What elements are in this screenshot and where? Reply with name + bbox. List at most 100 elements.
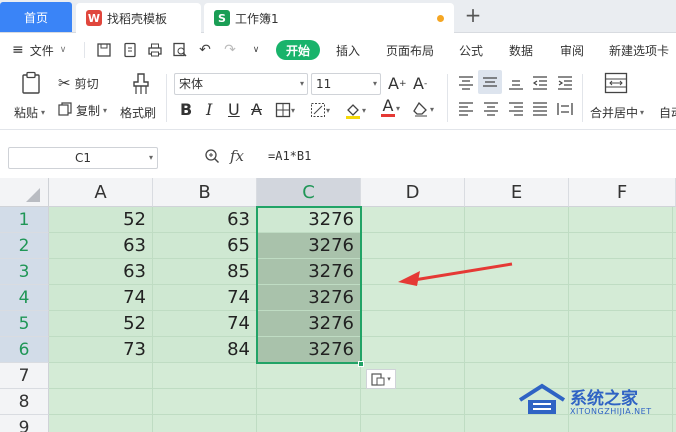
- fill-color-icon[interactable]: ▾: [344, 101, 366, 119]
- column-header-a[interactable]: A: [49, 178, 153, 207]
- align-left-icon[interactable]: [458, 102, 474, 116]
- underline-icon[interactable]: U: [228, 100, 240, 119]
- row-header-6[interactable]: 6: [0, 337, 49, 363]
- row-header-1[interactable]: 1: [0, 207, 49, 233]
- chevron-down-icon: ▾: [640, 108, 645, 117]
- borders-icon[interactable]: ▾: [275, 102, 295, 118]
- chevron-down-icon[interactable]: ▾: [396, 104, 400, 113]
- cell-a4[interactable]: 74: [49, 285, 153, 311]
- fx-icon[interactable]: fx: [230, 147, 244, 165]
- cut-button[interactable]: ✂ 剪切: [58, 74, 99, 92]
- font-size-value: 11: [316, 77, 332, 91]
- cut-label: 剪切: [74, 76, 99, 91]
- file-menu-label: 文件: [29, 43, 54, 58]
- menu-formula[interactable]: 公式: [459, 34, 483, 66]
- italic-icon[interactable]: I: [206, 100, 212, 119]
- cell-a2[interactable]: 63: [49, 233, 153, 259]
- tab-templates-label: 找稻壳模板: [107, 11, 168, 26]
- merge-center-icon[interactable]: [604, 72, 628, 94]
- decrease-indent-icon[interactable]: [532, 76, 548, 90]
- menu-start[interactable]: 开始: [276, 40, 321, 60]
- column-header-e[interactable]: E: [465, 178, 569, 207]
- justify-icon[interactable]: [532, 102, 548, 116]
- row-header-8[interactable]: 8: [0, 389, 49, 415]
- cell-b2[interactable]: 65: [153, 233, 257, 259]
- tab-home[interactable]: 首页: [0, 2, 72, 32]
- menu-page-layout[interactable]: 页面布局: [386, 34, 434, 66]
- cell-a3[interactable]: 63: [49, 259, 153, 285]
- cell-b6[interactable]: 84: [153, 337, 257, 363]
- cell-b3[interactable]: 85: [153, 259, 257, 285]
- menu-review[interactable]: 审阅: [560, 34, 584, 66]
- column-header-b[interactable]: B: [153, 178, 257, 207]
- column-header-f[interactable]: F: [569, 178, 676, 207]
- tab-templates[interactable]: W 找稻壳模板: [76, 3, 201, 33]
- align-bottom-icon[interactable]: [508, 76, 524, 90]
- cell-a6[interactable]: 73: [49, 337, 153, 363]
- distributed-icon[interactable]: [557, 102, 573, 116]
- file-menu[interactable]: ≡ 文件 ∨: [12, 34, 66, 66]
- cell-a5[interactable]: 52: [49, 311, 153, 337]
- row-header-9[interactable]: 9: [0, 415, 49, 432]
- auto-wrap-label[interactable]: 自动: [659, 104, 676, 121]
- font-name-value: 宋体: [179, 77, 204, 91]
- cell-c3[interactable]: 3276: [257, 259, 361, 285]
- column-header-d[interactable]: D: [361, 178, 465, 207]
- align-right-icon[interactable]: [508, 102, 524, 116]
- paste-button[interactable]: 粘贴 ▾: [14, 104, 45, 121]
- bold-icon[interactable]: B: [180, 100, 192, 119]
- new-tab-plus-icon[interactable]: +: [462, 4, 484, 28]
- align-top-icon[interactable]: [458, 76, 474, 90]
- row-header-4[interactable]: 4: [0, 285, 49, 311]
- print-preview-icon[interactable]: [172, 42, 188, 58]
- house-logo-icon: [518, 383, 566, 414]
- tab-workbook[interactable]: S 工作簿1: [204, 3, 454, 33]
- strikethrough-icon[interactable]: A: [251, 100, 262, 119]
- name-box[interactable]: C1 ▾: [8, 147, 158, 169]
- increase-indent-icon[interactable]: [557, 76, 573, 90]
- cell-b1[interactable]: 63: [153, 207, 257, 233]
- menu-new-tab[interactable]: 新建选项卡: [609, 34, 669, 66]
- undo-icon[interactable]: ↶: [197, 42, 213, 58]
- cell-b4[interactable]: 74: [153, 285, 257, 311]
- cell-c2[interactable]: 3276: [257, 233, 361, 259]
- column-header-c[interactable]: C: [257, 178, 361, 207]
- menu-data[interactable]: 数据: [509, 34, 533, 66]
- paste-options-button[interactable]: ▾: [366, 369, 396, 389]
- export-pdf-icon[interactable]: [122, 42, 138, 58]
- format-painter-icon[interactable]: [128, 72, 154, 96]
- cell-c5[interactable]: 3276: [257, 311, 361, 337]
- formula-input[interactable]: =A1*B1: [268, 149, 311, 163]
- format-painter-label[interactable]: 格式刷: [120, 104, 156, 121]
- fill-handle[interactable]: [358, 361, 364, 367]
- select-all-corner[interactable]: [0, 178, 49, 207]
- cell-c1[interactable]: 3276: [257, 207, 361, 233]
- font-color-icon[interactable]: A: [381, 98, 395, 117]
- row-header-3[interactable]: 3: [0, 259, 49, 285]
- print-icon[interactable]: [147, 42, 163, 58]
- cell-c4[interactable]: 3276: [257, 285, 361, 311]
- row-header-2[interactable]: 2: [0, 233, 49, 259]
- decrease-font-icon[interactable]: A-: [413, 74, 427, 93]
- font-size-select[interactable]: 11 ▾: [311, 73, 381, 95]
- font-name-select[interactable]: 宋体 ▾: [174, 73, 308, 95]
- unsaved-dot-icon: [437, 15, 444, 22]
- row-header-5[interactable]: 5: [0, 311, 49, 337]
- paste-icon[interactable]: [14, 71, 48, 94]
- save-icon[interactable]: [96, 42, 112, 58]
- row-header-7[interactable]: 7: [0, 363, 49, 389]
- redo-icon[interactable]: ↷: [222, 42, 238, 58]
- more-chevron-icon[interactable]: ∨: [248, 42, 264, 58]
- zoom-search-icon[interactable]: [204, 148, 220, 167]
- merge-center-button[interactable]: 合并居中 ▾: [590, 104, 644, 121]
- cell-b5[interactable]: 74: [153, 311, 257, 337]
- clear-format-icon[interactable]: ▾: [412, 101, 434, 117]
- increase-font-icon[interactable]: A +: [388, 74, 407, 93]
- menu-insert[interactable]: 插入: [336, 34, 360, 66]
- cell-style-icon[interactable]: ▾: [310, 102, 330, 118]
- align-center-icon[interactable]: [483, 102, 499, 116]
- cell-c6[interactable]: 3276: [257, 337, 361, 363]
- align-middle-icon[interactable]: [478, 70, 502, 94]
- cell-a1[interactable]: 52: [49, 207, 153, 233]
- copy-button[interactable]: 复制 ▾: [58, 102, 107, 119]
